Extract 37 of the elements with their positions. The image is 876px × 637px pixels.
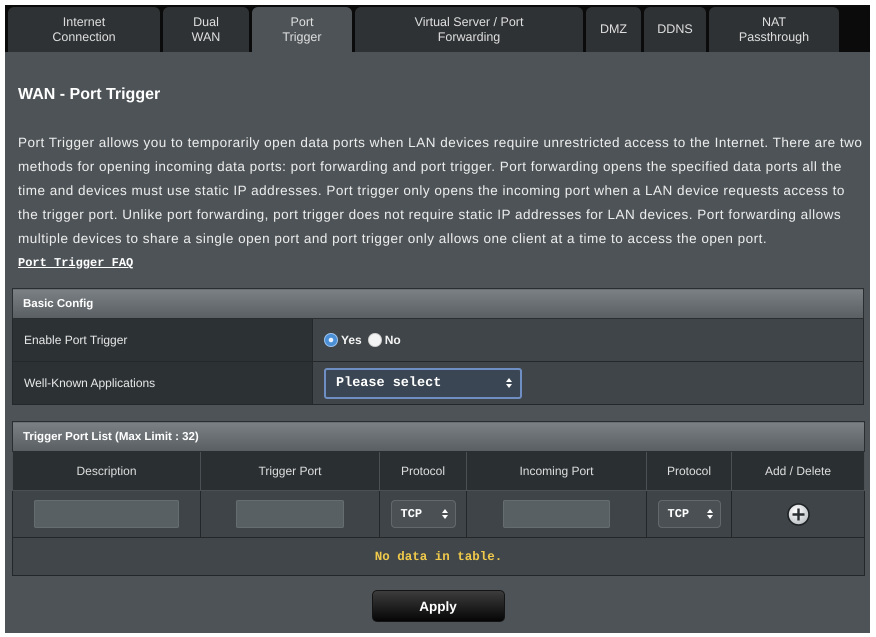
updown-arrows-icon [442,509,448,519]
tab[interactable]: Virtual Server / Port Forwarding [355,7,583,52]
input-field[interactable] [34,500,179,528]
setting-label: Enable Port Trigger [12,318,312,362]
updown-arrows-icon [506,378,512,388]
faq-link[interactable]: Port Trigger FAQ [18,251,134,275]
radio-button-icon[interactable] [324,333,338,347]
setting-label: Well-Known Applications [12,362,312,404]
section-header: Basic Config [12,288,864,318]
tab[interactable]: Dual WAN [163,7,249,52]
select-field[interactable]: TCP [658,500,720,528]
tab[interactable]: DMZ [586,7,641,52]
add-button[interactable] [786,502,810,526]
updown-arrows-icon [706,509,712,519]
column-header: Incoming Port [466,452,646,490]
radio-label[interactable]: No [384,333,401,347]
column-header: Protocol [380,452,466,490]
tab[interactable]: Internet Connection [8,7,160,52]
tab[interactable]: Port Trigger [252,7,352,52]
select-field[interactable]: TCP [390,500,456,528]
select-field[interactable]: Please select [324,368,522,398]
tab[interactable]: DDNS [644,7,706,52]
radio-button-icon[interactable] [368,333,382,347]
plus-circle-icon [786,502,810,526]
section-header: Trigger Port List (Max Limit : 32) [12,422,865,452]
description-text: Port Trigger allows you to temporarily open data ports when LAN devices require unrestricted access to the Internet. There are two methods for opening incoming data ports: port forwarding and port trigger. Port forwarding opens the specified data ports all the time and devices must use static IP addresses. Port trigger only opens the incoming port when a LAN device requests access to the trigger port. Unlike port forwarding, port trigger does not require static IP addresses for LAN devices. Port forwarding allows multiple devices to share a single open port and port trigger only allows one client at a time to access the open port. [18,134,864,248]
apply-button[interactable]: Apply [372,590,504,622]
tab[interactable]: NAT Passthrough [709,7,839,52]
column-header: Protocol [646,452,732,490]
page-title: WAN - Port Trigger [18,85,160,105]
column-header: Trigger Port [200,452,380,490]
radio-label[interactable]: Yes [341,333,362,347]
column-header: Description [12,452,200,490]
column-header: Add / Delete [732,452,865,490]
input-field[interactable] [503,500,610,528]
input-field[interactable] [236,500,344,528]
empty-table-message: No data in table. [12,538,865,576]
